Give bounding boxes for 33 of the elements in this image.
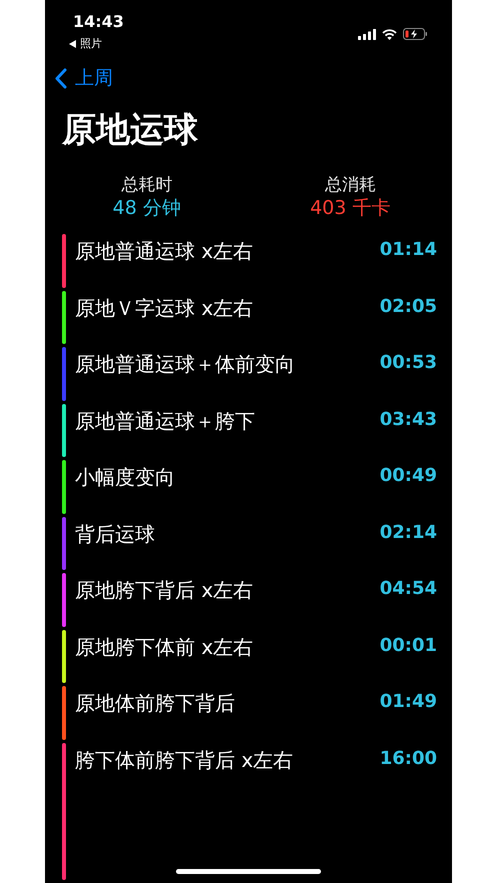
drill-duration: 16:00 bbox=[380, 746, 437, 770]
drill-name: 原地体前胯下背后 bbox=[75, 690, 235, 717]
signal-icon bbox=[358, 28, 376, 40]
drill-duration: 01:49 bbox=[380, 690, 437, 714]
back-button[interactable]: 上周 bbox=[55, 64, 113, 92]
drill-duration: 00:01 bbox=[380, 634, 437, 658]
drill-name: 背后运球 bbox=[75, 520, 155, 548]
page-title: 原地运球 bbox=[62, 109, 199, 152]
drill-name: 原地普通运球＋胯下 bbox=[75, 408, 255, 434]
drill-name: 小幅度变向 bbox=[75, 464, 175, 491]
summary-label: 总耗时 bbox=[121, 174, 172, 196]
wifi-icon bbox=[382, 28, 397, 40]
drill-duration: 03:43 bbox=[380, 408, 437, 432]
drill-duration: 01:14 bbox=[380, 238, 437, 262]
drill-name: 原地Ｖ字运球 x左右 bbox=[75, 294, 254, 322]
drill-name: 原地胯下背后 x左右 bbox=[75, 577, 254, 604]
drill-name: 胯下体前胯下背后 x左右 bbox=[75, 746, 294, 774]
summary-value: 48 分钟 bbox=[112, 196, 181, 220]
clock-time: 14:43 bbox=[72, 12, 124, 32]
back-to-app-link[interactable]: 照片 bbox=[69, 36, 124, 52]
drill-duration: 02:14 bbox=[380, 520, 437, 544]
drill-name: 原地普通运球 x左右 bbox=[75, 238, 254, 265]
drill-duration: 00:49 bbox=[380, 464, 437, 488]
drill-duration: 00:53 bbox=[380, 351, 437, 375]
back-triangle-icon bbox=[69, 40, 76, 48]
drill-name: 原地胯下体前 x左右 bbox=[75, 634, 254, 660]
summary-label: 总消耗 bbox=[324, 174, 376, 196]
chevron-left-icon bbox=[55, 68, 67, 88]
summary-value: 403 千卡 bbox=[310, 196, 390, 220]
battery-charging-icon bbox=[403, 28, 428, 40]
drill-duration: 04:54 bbox=[380, 577, 437, 601]
drill-name: 原地普通运球＋体前变向 bbox=[75, 351, 295, 378]
drill-duration: 02:05 bbox=[380, 294, 437, 318]
